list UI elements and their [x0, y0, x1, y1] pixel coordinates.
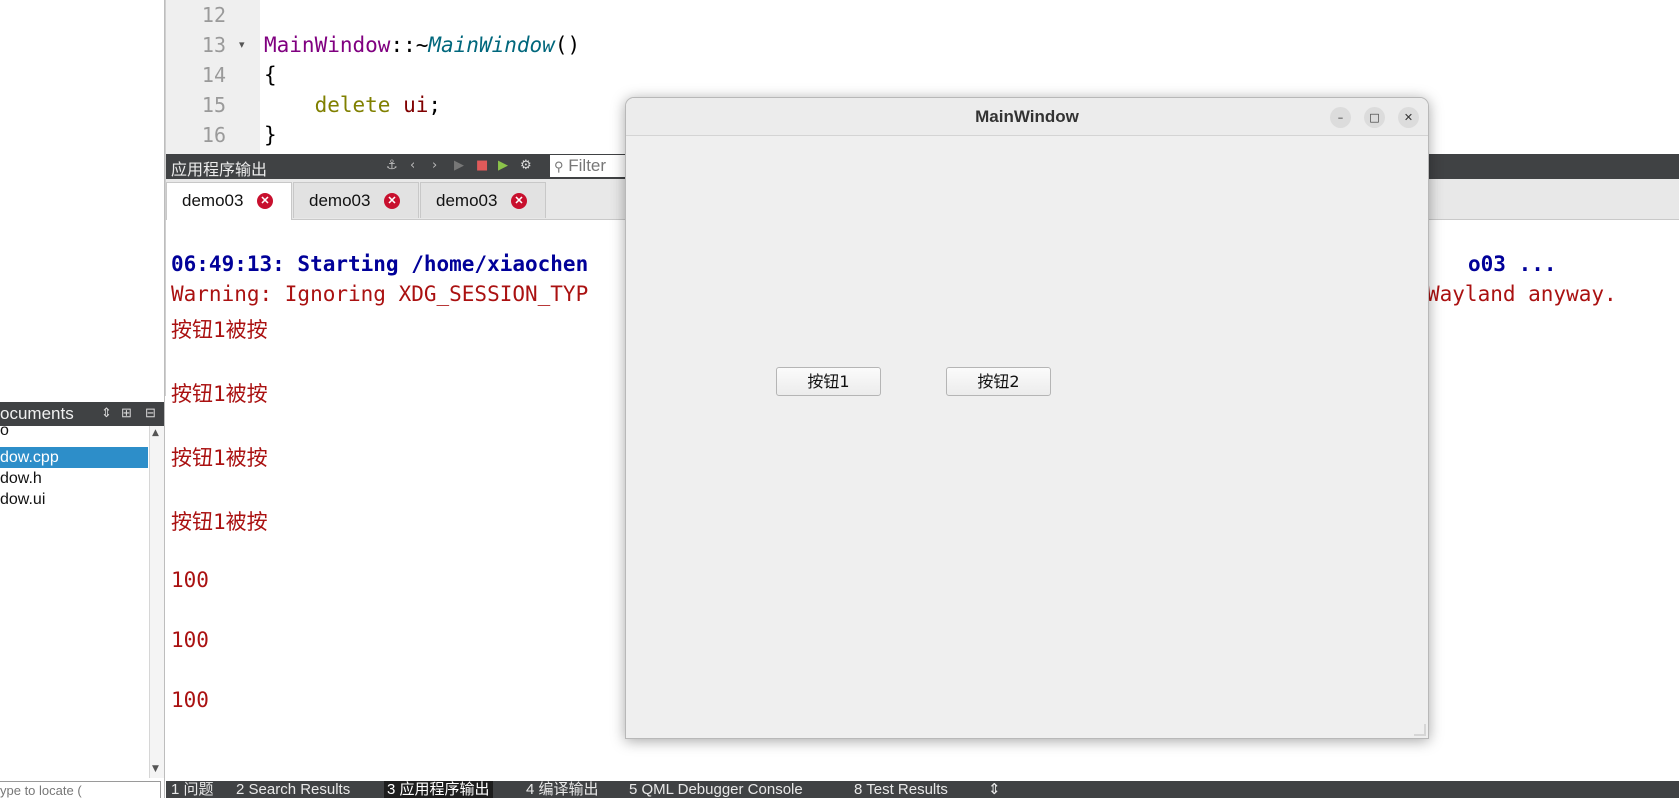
- output-pane-title: 应用程序输出: [171, 160, 268, 179]
- tab-label: demo03: [436, 191, 498, 210]
- code-line-14: {: [264, 63, 277, 87]
- tab-label: demo03: [309, 191, 371, 210]
- code-line-13: MainWindow::~MainWindow(): [264, 33, 580, 57]
- close-icon[interactable]: ✕: [511, 193, 527, 209]
- sort-icon[interactable]: ⇕: [101, 405, 112, 421]
- gear-icon[interactable]: ⚙: [520, 158, 532, 173]
- next-icon[interactable]: ›: [432, 158, 437, 173]
- output-pane-bar: 1 问题 2 Search Results 3 应用程序输出 4 编译输出 5 …: [166, 781, 1679, 798]
- attach-icon[interactable]: ⚓: [386, 158, 398, 173]
- main-window: MainWindow – □ ✕ 按钮1 按钮2: [625, 97, 1429, 739]
- destructor-name: MainWindow: [428, 33, 555, 57]
- output-tab[interactable]: demo03 ✕: [166, 182, 292, 220]
- line-number: 15: [201, 93, 226, 117]
- filter-placeholder: Filter: [568, 156, 607, 175]
- close-pane-icon[interactable]: ⊟: [145, 405, 156, 421]
- documents-scrollbar[interactable]: ▲ ▼: [149, 426, 165, 778]
- run-icon[interactable]: ▶: [454, 158, 464, 173]
- output-line-starting-tail: o03 ...: [1468, 252, 1557, 276]
- sidebar-projects-area: [0, 0, 166, 396]
- resize-grip-icon[interactable]: [1414, 724, 1426, 736]
- pane-button-application-output[interactable]: 3 应用程序输出: [384, 781, 493, 798]
- line-number: 13: [201, 33, 226, 57]
- parens: (): [554, 33, 581, 57]
- locator-input[interactable]: ype to locate (: [0, 781, 161, 798]
- document-item-mainwindow-cpp[interactable]: dow.cpp: [0, 447, 148, 468]
- output-line: 按钮1被按: [171, 318, 268, 342]
- class-name: MainWindow: [264, 33, 391, 57]
- document-item-mainwindow-ui[interactable]: dow.ui: [0, 489, 148, 510]
- output-tab[interactable]: demo03 ✕: [420, 182, 546, 218]
- line-number-gutter: 12 13 ▾ 14 15 16: [166, 0, 260, 154]
- split-icon[interactable]: ⊞: [121, 405, 132, 421]
- output-line: 按钮1被按: [171, 446, 268, 470]
- minimize-icon[interactable]: –: [1330, 107, 1351, 128]
- code-line-15: delete ui;: [264, 93, 441, 117]
- scope-operator: ::~: [390, 33, 429, 57]
- pane-button-compile-output[interactable]: 4 编译输出: [526, 781, 599, 798]
- output-line: 100: [171, 568, 209, 592]
- semicolon: ;: [428, 93, 442, 117]
- line-number: 16: [201, 123, 226, 147]
- maximize-icon[interactable]: □: [1364, 107, 1385, 128]
- locator-placeholder: ype to locate (: [0, 783, 82, 798]
- line-number: 12: [201, 3, 226, 27]
- search-icon: ⚲: [554, 159, 564, 174]
- output-line: 按钮1被按: [171, 510, 268, 534]
- fold-arrow-icon[interactable]: ▾: [239, 38, 245, 51]
- variable-ui: ui: [403, 93, 429, 117]
- output-line-starting: 06:49:13: Starting /home/xiaochen: [171, 252, 589, 276]
- code-line-16: }: [264, 123, 277, 147]
- window-title: MainWindow: [975, 107, 1079, 126]
- qt-creator-screen: ocuments ⇕ ⊞ ⊟ o dow.cpp dow.h dow.ui ▲ …: [0, 0, 1679, 798]
- button-2[interactable]: 按钮2: [946, 367, 1051, 396]
- button-1[interactable]: 按钮1: [776, 367, 881, 396]
- pane-button-test-results[interactable]: 8 Test Results: [854, 781, 948, 798]
- open-documents-list: o dow.cpp dow.h dow.ui: [0, 422, 149, 778]
- output-tab[interactable]: demo03 ✕: [293, 182, 419, 218]
- close-icon[interactable]: ✕: [384, 193, 400, 209]
- document-item[interactable]: o: [0, 420, 148, 441]
- stop-icon[interactable]: ■: [476, 158, 488, 173]
- line-number: 14: [201, 63, 226, 87]
- sidebar-divider: [164, 0, 165, 798]
- scroll-down-icon[interactable]: ▼: [152, 764, 159, 774]
- output-line-warning: Warning: Ignoring XDG_SESSION_TYP: [171, 282, 589, 306]
- scroll-up-icon[interactable]: ▲: [152, 428, 159, 438]
- output-line-warning-tail: Wayland anyway.: [1427, 282, 1617, 306]
- pane-button-qml-debugger[interactable]: 5 QML Debugger Console: [629, 781, 803, 798]
- pane-menu-icon[interactable]: ⇕: [988, 781, 1001, 798]
- output-line: 100: [171, 688, 209, 712]
- close-icon[interactable]: ✕: [257, 193, 273, 209]
- output-line: 按钮1被按: [171, 382, 268, 406]
- output-line: 100: [171, 628, 209, 652]
- close-window-icon[interactable]: ✕: [1398, 107, 1419, 128]
- pane-button-issues[interactable]: 1 问题: [171, 781, 214, 798]
- tab-label: demo03: [182, 191, 244, 210]
- window-titlebar[interactable]: MainWindow – □ ✕: [626, 98, 1428, 136]
- pane-button-search-results[interactable]: 2 Search Results: [236, 781, 350, 798]
- document-item-mainwindow-h[interactable]: dow.h: [0, 468, 148, 489]
- keyword-delete: delete: [314, 93, 391, 117]
- prev-icon[interactable]: ‹: [410, 158, 415, 173]
- debug-run-icon[interactable]: ▶: [498, 158, 508, 173]
